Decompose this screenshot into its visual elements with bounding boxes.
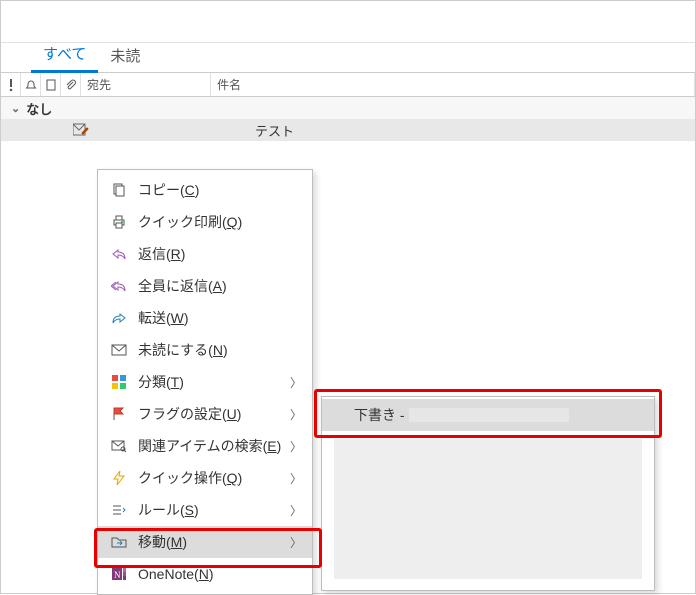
menu-rules[interactable]: ルール(S) 〉 (98, 494, 312, 526)
menu-label: 関連アイテムの検索(E) (138, 436, 302, 456)
menu-forward[interactable]: 転送(W) (98, 302, 312, 334)
menu-label: コピー(C) (138, 180, 302, 200)
chevron-right-icon: 〉 (290, 406, 302, 423)
menu-label: フラグの設定(U) (138, 404, 302, 424)
chevron-right-icon: 〉 (290, 470, 302, 487)
menu-label: OneNote(N) (138, 566, 302, 582)
menu-quick-steps[interactable]: クイック操作(Q) 〉 (98, 462, 312, 494)
menu-label: 分類(T) (138, 372, 302, 392)
group-header-label: なし (26, 99, 52, 118)
menu-categorize[interactable]: 分類(T) 〉 (98, 366, 312, 398)
flag-icon (108, 406, 130, 422)
menu-label: 移動(M) (138, 532, 302, 552)
chevron-right-icon: 〉 (290, 534, 302, 551)
menu-quickprint[interactable]: クイック印刷(Q) (98, 206, 312, 238)
reply-icon (108, 246, 130, 262)
svg-text:N: N (114, 570, 121, 580)
group-header-none[interactable]: ⌄ なし (1, 97, 695, 119)
tab-all[interactable]: すべて (31, 39, 98, 73)
reply-all-icon (108, 278, 130, 294)
menu-label: ルール(S) (138, 500, 302, 520)
menu-reply[interactable]: 返信(R) (98, 238, 312, 270)
redacted-account-name (409, 408, 569, 422)
menu-move[interactable]: 移動(M) 〉 (98, 526, 312, 558)
move-to-folder-icon (108, 534, 130, 550)
search-envelope-icon (108, 438, 130, 454)
submenu-item-drafts[interactable]: 下書き - (322, 399, 654, 431)
attachment-column-icon[interactable] (61, 73, 81, 96)
menu-flag[interactable]: フラグの設定(U) 〉 (98, 398, 312, 430)
chevron-right-icon: 〉 (290, 502, 302, 519)
reminder-column-icon[interactable] (21, 73, 41, 96)
menu-copy[interactable]: コピー(C) (98, 174, 312, 206)
lightning-icon (108, 470, 130, 486)
tab-unread[interactable]: 未読 (98, 41, 152, 72)
column-headers: 宛先 件名 (1, 73, 695, 97)
menu-label: 未読にする(N) (138, 340, 302, 360)
chevron-right-icon: 〉 (290, 374, 302, 391)
submenu-item-label: 下書き - (354, 405, 405, 425)
menu-mark-unread[interactable]: 未読にする(N) (98, 334, 312, 366)
menu-label: 転送(W) (138, 308, 302, 328)
item-type-column-icon[interactable] (41, 73, 61, 96)
menu-label: 返信(R) (138, 244, 302, 264)
printer-icon (108, 214, 130, 230)
forward-icon (108, 310, 130, 326)
onenote-icon: N (108, 566, 130, 582)
subject-column-header[interactable]: 件名 (211, 73, 695, 96)
folder-filter-tabs: すべて 未読 (1, 43, 695, 73)
menu-label: クイック印刷(Q) (138, 212, 302, 232)
copy-icon (108, 182, 130, 198)
to-column-header[interactable]: 宛先 (81, 73, 211, 96)
importance-column-icon[interactable] (1, 73, 21, 96)
menu-label: クイック操作(Q) (138, 468, 302, 488)
chevron-down-icon: ⌄ (11, 102, 20, 115)
submenu-body-placeholder (334, 439, 642, 579)
menu-find-related[interactable]: 関連アイテムの検索(E) 〉 (98, 430, 312, 462)
chevron-right-icon: 〉 (290, 438, 302, 455)
message-row[interactable]: テスト (1, 119, 695, 141)
categories-icon (108, 374, 130, 390)
context-menu: コピー(C) クイック印刷(Q) 返信(R) 全員に返信(A) 転送(W) 未読… (97, 169, 313, 595)
rules-icon (108, 502, 130, 518)
move-submenu: 下書き - (321, 396, 655, 591)
draft-message-icon (73, 123, 89, 137)
menu-label: 全員に返信(A) (138, 276, 302, 296)
menu-reply-all[interactable]: 全員に返信(A) (98, 270, 312, 302)
envelope-icon (108, 342, 130, 358)
message-subject-cell: テスト (255, 121, 294, 140)
menu-onenote[interactable]: N OneNote(N) (98, 558, 312, 590)
